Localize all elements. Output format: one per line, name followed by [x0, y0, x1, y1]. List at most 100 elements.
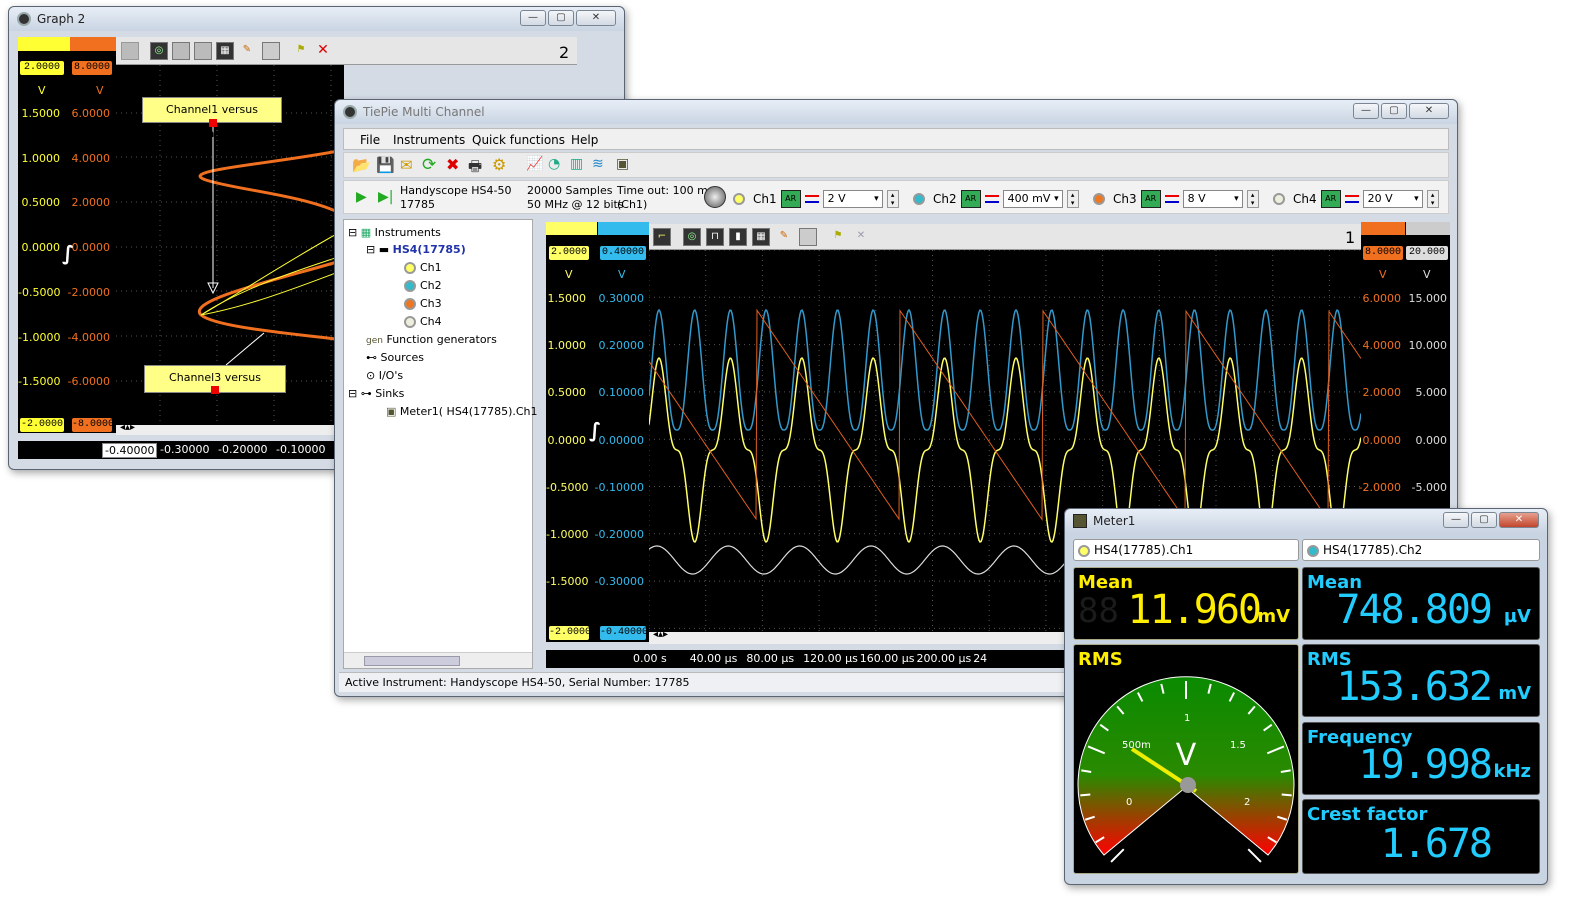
- open-folder-icon[interactable]: 📂: [352, 156, 371, 174]
- g2-tool-label-icon[interactable]: ⚑: [292, 42, 310, 60]
- new-fft-icon[interactable]: ▥: [570, 156, 583, 172]
- minimize-button[interactable]: —: [1443, 512, 1469, 528]
- g2-tool-pencil-icon[interactable]: ✎: [238, 42, 256, 60]
- delete-icon[interactable]: ✖: [446, 155, 459, 174]
- minimize-button[interactable]: —: [1353, 103, 1379, 119]
- tree-meter1[interactable]: ▣ Meter1( HS4(17785).Ch1: [386, 405, 538, 418]
- g1-tool-window-icon[interactable]: [799, 228, 817, 246]
- tree-ch3[interactable]: Ch3: [404, 297, 442, 310]
- g1-tool-pencil-icon[interactable]: ✎: [775, 228, 793, 246]
- tree-ch4[interactable]: Ch4: [404, 315, 442, 328]
- g2-plot-area[interactable]: Channel1 versus Channel2 Channel3 versus…: [116, 65, 344, 433]
- meter-tab-ch2[interactable]: HS4(17785).Ch2: [1302, 539, 1540, 561]
- g2-tool-delete-label-icon[interactable]: ✕: [314, 42, 332, 60]
- g1-tool-zoom-icon[interactable]: ⌐: [653, 228, 671, 246]
- settings-gear-icon[interactable]: ⚙: [492, 155, 506, 174]
- g2-callout-ch3-vs-ch2[interactable]: Channel3 versus Channel2: [144, 365, 286, 408]
- single-shot-icon[interactable]: ▶|: [378, 189, 393, 205]
- g2-tool-fft-icon[interactable]: [194, 42, 212, 60]
- tree-function-generators[interactable]: gen Function generators: [366, 333, 497, 346]
- channel-1-range-spinner[interactable]: ▴ ▾: [886, 190, 899, 208]
- channel-1-autorange-button[interactable]: AR: [780, 190, 801, 208]
- maximize-button[interactable]: ▢: [1381, 103, 1407, 119]
- save-icon[interactable]: 💾: [376, 156, 395, 174]
- g2-tag-ch-orange[interactable]: 8.0000: [72, 61, 112, 75]
- tree-instruments[interactable]: ⊟ ▦ Instruments: [348, 226, 441, 239]
- meter-tab-ch1[interactable]: HS4(17785).Ch1: [1073, 539, 1299, 561]
- menu-instruments[interactable]: Instruments: [393, 133, 465, 147]
- menu-help[interactable]: Help: [571, 133, 598, 147]
- g1-tag-ch3[interactable]: 8.0000: [1363, 246, 1403, 260]
- g2-cursor-glyph[interactable]: ∫: [62, 241, 74, 265]
- channel-2-autorange-button[interactable]: AR: [960, 190, 981, 208]
- trigger-timeout[interactable]: Time out: 100 ms: [617, 184, 714, 197]
- new-xy-icon[interactable]: ◔: [548, 156, 560, 172]
- channel-1-coupling-icon[interactable]: [804, 195, 819, 203]
- play-icon[interactable]: ▶: [356, 189, 367, 205]
- tree-hscrollbar[interactable]: [344, 652, 532, 668]
- tree-device[interactable]: ⊟ ▬ HS4(17785): [366, 243, 466, 256]
- channel-3-autorange-button[interactable]: AR: [1140, 190, 1161, 208]
- g2-tool-window-icon[interactable]: [262, 42, 280, 60]
- g1-scroll-arrows-icon[interactable]: ◂▴▸: [653, 629, 668, 640]
- g2-tool-zoom-icon[interactable]: [121, 42, 139, 60]
- refresh-icon[interactable]: ⟳: [422, 155, 436, 175]
- g2-tool-xy-icon[interactable]: ◎: [150, 42, 168, 60]
- maximize-button[interactable]: ▢: [1471, 512, 1497, 528]
- tree-sinks[interactable]: ⊟ ⊶ Sinks: [348, 387, 404, 400]
- g1-cursor-glyph[interactable]: ∫: [589, 418, 601, 442]
- channel-4-range-spinner[interactable]: ▴ ▾: [1426, 190, 1439, 208]
- channel-3-probe-icon[interactable]: [1093, 193, 1105, 205]
- g1-tool-label-icon[interactable]: ⚑: [829, 228, 847, 246]
- main-titlebar[interactable]: TiePie Multi Channel — ▢ ✕: [335, 100, 1457, 124]
- maximize-button[interactable]: ▢: [548, 10, 574, 26]
- channel-4-probe-icon[interactable]: [1273, 193, 1285, 205]
- close-button[interactable]: ✕: [1499, 512, 1539, 528]
- channel-2-coupling-icon[interactable]: [984, 195, 999, 203]
- tree-ios[interactable]: ⊙ I/O's: [366, 369, 403, 382]
- tree-sources[interactable]: ⊷ Sources: [366, 351, 424, 364]
- g2-scroll-arrows-icon[interactable]: ◂▴▸: [120, 422, 135, 433]
- g2-callout-ch1-vs-ch2[interactable]: Channel1 versus Channel2: [142, 97, 282, 140]
- close-button[interactable]: ✕: [576, 10, 616, 26]
- g1-tool-delete-label-icon[interactable]: ✕: [852, 228, 870, 246]
- new-graph-icon[interactable]: 📈: [526, 156, 543, 172]
- channel-2-range-select[interactable]: 400 mV: [1002, 190, 1063, 208]
- g1-tool-grid-icon[interactable]: ▦: [752, 228, 770, 246]
- g1-tag-ch1[interactable]: 2.0000: [549, 246, 589, 260]
- channel-1-range-select[interactable]: 2 V: [822, 190, 883, 208]
- channel-1-probe-icon[interactable]: [733, 193, 745, 205]
- g2-bottom-tag-orange[interactable]: -8.0000: [72, 418, 114, 432]
- channel-4-coupling-icon[interactable]: [1344, 195, 1359, 203]
- sample-rate[interactable]: 50 MHz @ 12 bits: [527, 198, 624, 211]
- g1-tag-ch2[interactable]: 0.40000: [600, 246, 646, 260]
- menu-file[interactable]: File: [360, 133, 380, 147]
- g2-tool-grid-icon[interactable]: ▦: [216, 42, 234, 60]
- close-button[interactable]: ✕: [1409, 103, 1449, 119]
- mail-icon[interactable]: ✉: [400, 156, 413, 174]
- channel-4-range-select[interactable]: 20 V: [1362, 190, 1423, 208]
- record-length[interactable]: 20000 Samples: [527, 184, 612, 197]
- channel-3-coupling-icon[interactable]: [1164, 195, 1179, 203]
- g1-bottom-tag-ch1[interactable]: -2.0000: [549, 626, 591, 640]
- g2-tool-scale-icon[interactable]: [172, 42, 190, 60]
- tree-ch2[interactable]: Ch2: [404, 279, 442, 292]
- channel-2-range-spinner[interactable]: ▴ ▾: [1066, 190, 1079, 208]
- new-meter-icon[interactable]: ▣: [616, 156, 629, 172]
- g1-bottom-tag-ch2[interactable]: -0.40000: [600, 626, 648, 640]
- minimize-button[interactable]: —: [520, 10, 546, 26]
- channel-3-range-spinner[interactable]: ▴ ▾: [1246, 190, 1259, 208]
- tree-ch1[interactable]: Ch1: [404, 261, 442, 274]
- meter-titlebar[interactable]: Meter1 — ▢ ✕: [1065, 509, 1547, 533]
- menu-quick-functions[interactable]: Quick functions: [472, 133, 565, 147]
- channel-2-probe-icon[interactable]: [913, 193, 925, 205]
- meter-window[interactable]: Meter1 — ▢ ✕ HS4(17785).Ch1 HS4(17785).C…: [1064, 508, 1548, 885]
- channel-4-autorange-button[interactable]: AR: [1320, 190, 1341, 208]
- g1-tag-ch4[interactable]: 20.000: [1406, 246, 1448, 260]
- timeout-knob-icon[interactable]: [704, 186, 726, 208]
- channel-3-range-select[interactable]: 8 V: [1182, 190, 1243, 208]
- g1-tool-scale-icon[interactable]: ⊓: [706, 228, 724, 246]
- g2-bottom-tag-yellow[interactable]: -2.0000: [20, 418, 64, 432]
- new-filter-icon[interactable]: ≋: [592, 156, 604, 172]
- print-icon[interactable]: 🖶: [468, 156, 482, 181]
